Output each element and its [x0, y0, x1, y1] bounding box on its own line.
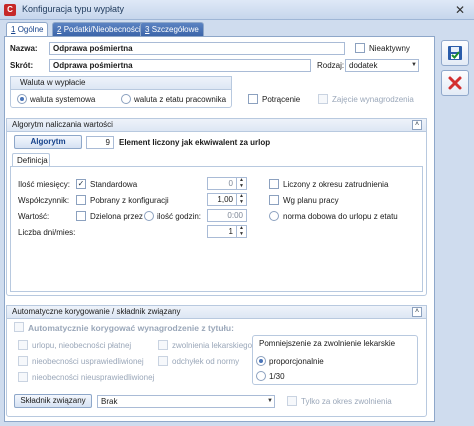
inactive-checkbox[interactable] — [355, 43, 365, 53]
divided-checkbox[interactable] — [76, 211, 86, 221]
reduction-group-title: Pomniejszenie za zwolnienie lekarskie — [259, 339, 396, 348]
auto-item-label: nieobecności usprawiedliwionej — [32, 357, 144, 366]
auto-item-label: odchyłek od normy — [172, 357, 240, 366]
collapse-icon[interactable]: ˄ — [412, 120, 422, 130]
kind-select[interactable]: dodatek — [345, 59, 419, 72]
algorithm-description: Element liczony jak ekwiwalent za urlop — [119, 138, 271, 147]
chevron-down-icon: ▼ — [411, 62, 417, 68]
close-button[interactable]: ✕ — [452, 3, 468, 17]
algorithm-button[interactable]: Algorytm — [14, 135, 82, 149]
fraction-label: 1/30 — [269, 372, 285, 381]
linked-component-button[interactable]: Składnik związany — [14, 394, 92, 408]
name-input[interactable]: Odprawa pośmiertna — [49, 42, 345, 55]
currency-contract-radio[interactable] — [121, 94, 131, 104]
contract-period-checkbox[interactable] — [269, 179, 279, 189]
work-plan-label: Wg planu pracy — [283, 196, 339, 205]
months-label: Ilość miesięcy: — [18, 180, 71, 189]
app-icon: C — [4, 4, 16, 16]
chevron-down-icon: ▼ — [267, 398, 273, 404]
collapse-icon[interactable]: ˄ — [412, 307, 422, 317]
tab-podatki[interactable]: 2 Podatki/Nieobecności — [52, 22, 146, 36]
only-period-checkbox[interactable] — [287, 396, 297, 406]
linked-component-select[interactable]: Brak — [97, 395, 275, 408]
divided-label: Dzielona przez — [90, 212, 143, 221]
short-label: Skrót: — [10, 61, 34, 70]
cancel-button[interactable] — [441, 70, 469, 96]
auto-correct-label: Automatycznie korygować wynagrodzenie z … — [28, 323, 234, 333]
contract-period-label: Liczony z okresu zatrudnienia — [283, 180, 389, 189]
hours-radio[interactable] — [144, 211, 154, 221]
auto-item-label: urlopu, nieobecności płatnej — [32, 341, 132, 350]
cancel-icon — [448, 76, 462, 90]
proportional-label: proporcjonalnie — [269, 357, 324, 366]
kind-label: Rodzaj: — [317, 61, 345, 70]
auto-item-checkbox[interactable] — [18, 340, 28, 350]
algorithm-number: 9 — [86, 136, 114, 149]
auto-section-title: Automatyczne korygowanie / składnik zwią… — [12, 307, 181, 316]
seizure-checkbox[interactable] — [318, 94, 328, 104]
currency-group-title: Waluta w wypłacie — [20, 78, 86, 87]
name-label: Nazwa: — [10, 44, 38, 53]
auto-item-label: zwolnienia lekarskiego — [172, 341, 253, 350]
auto-item-checkbox[interactable] — [18, 372, 28, 382]
deduction-label: Potrącenie — [262, 95, 301, 104]
tab-szczegolowe[interactable]: 3 Szczegółowe — [140, 22, 204, 36]
auto-item-checkbox[interactable] — [158, 356, 168, 366]
currency-contract-label: waluta z etatu pracownika — [134, 95, 227, 104]
hours-input[interactable]: 0:00 — [207, 209, 247, 222]
auto-correct-checkbox[interactable] — [14, 322, 24, 332]
auto-item-checkbox[interactable] — [158, 340, 168, 350]
proportional-radio[interactable] — [256, 356, 266, 366]
window-title: Konfiguracja typu wypłaty — [22, 4, 125, 14]
work-plan-checkbox[interactable] — [269, 195, 279, 205]
coef-spinner[interactable]: ▲ ▼ — [236, 193, 246, 206]
from-config-checkbox[interactable] — [76, 195, 86, 205]
days-label: Liczba dni/mies: — [18, 228, 76, 237]
currency-system-radio[interactable] — [17, 94, 27, 104]
days-spinner[interactable]: ▲ ▼ — [236, 225, 246, 238]
norm-label: norma dobowa do urlopu z etatu — [283, 212, 398, 221]
coef-label: Współczynnik: — [18, 196, 70, 205]
hours-label: ilość godzin: — [157, 212, 202, 221]
value-label: Wartość: — [18, 212, 50, 221]
tab-ogolne[interactable]: 1 Ogólne — [6, 22, 49, 37]
save-icon — [448, 46, 462, 60]
algorithm-section-title: Algorytm naliczania wartości — [12, 120, 113, 129]
auto-item-checkbox[interactable] — [18, 356, 28, 366]
short-input[interactable]: Odprawa pośmiertna — [49, 59, 311, 72]
seizure-label: Zajęcie wynagrodzenia — [332, 95, 414, 104]
currency-system-label: waluta systemowa — [30, 95, 96, 104]
tab-definicja-label: Definicja — [17, 156, 48, 165]
standard-label: Standardowa — [90, 180, 138, 189]
standard-checkbox[interactable]: ✓ — [76, 179, 86, 189]
months-spinner[interactable]: ▲ ▼ — [236, 177, 246, 190]
fraction-radio[interactable] — [256, 371, 266, 381]
only-period-label: Tylko za okres zwolnienia — [301, 397, 392, 406]
save-button[interactable] — [441, 40, 469, 66]
norm-radio[interactable] — [269, 211, 279, 221]
inactive-label: Nieaktywny — [369, 44, 410, 53]
auto-item-label: nieobecności nieusprawiedliwionej — [32, 373, 155, 382]
from-config-label: Pobrany z konfiguracji — [90, 196, 169, 205]
deduction-checkbox[interactable] — [248, 94, 258, 104]
